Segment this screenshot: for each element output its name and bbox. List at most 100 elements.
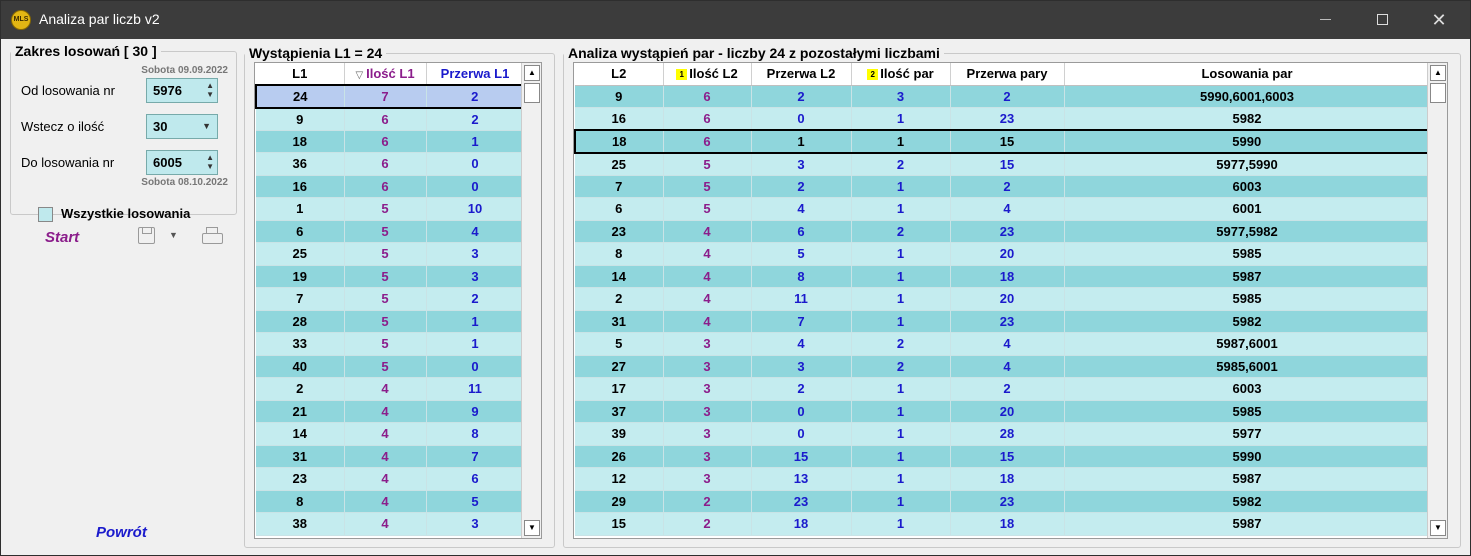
pairs-table-row[interactable]: 6 5 4 1 4 6001 (575, 197, 1431, 221)
print-icon[interactable] (202, 227, 223, 244)
l1-cell: 6 (256, 220, 345, 243)
l1-table-row[interactable]: 21 4 9 (256, 400, 525, 423)
l1-cell: 9 (256, 107, 345, 131)
pairs-table-row[interactable]: 17 3 2 1 2 6003 (575, 377, 1431, 401)
l1-table-row[interactable]: 28 5 1 (256, 310, 525, 333)
pairs-table-row[interactable]: 16 6 0 1 23 5982 (575, 107, 1431, 131)
pairs-table-row[interactable]: 31 4 7 1 23 5982 (575, 310, 1431, 333)
l1-table[interactable]: L1 ▽ Ilość L1 Przerwa L1 24 7 2 9 6 2 18 6 1 36 6 0 1… (254, 62, 542, 539)
l1-table-row[interactable]: 38 4 3 (256, 512, 525, 536)
scroll-thumb[interactable] (524, 83, 540, 103)
l1-table-row[interactable]: 31 4 7 (256, 445, 525, 468)
przerwa-pary-cell: 23 (950, 310, 1065, 333)
ilosc-l1-cell: 6 (344, 175, 427, 198)
pairs-scrollbar[interactable]: ▲ ▼ (1427, 63, 1447, 538)
losowania-par-cell: 5990 (1064, 445, 1431, 468)
pairs-table-row[interactable]: 18 6 1 1 15 5990 (574, 129, 1431, 154)
przerwa-l1-header[interactable]: Przerwa L1 (426, 63, 525, 86)
l1-table-row[interactable]: 14 4 8 (256, 422, 525, 446)
all-draws-label[interactable]: Wszystkie losowania (61, 206, 190, 221)
pairs-table-row[interactable]: 8 4 5 1 20 5985 (575, 242, 1431, 266)
l2-cell: 15 (575, 512, 664, 536)
l1-table-row[interactable]: 16 6 0 (256, 175, 525, 198)
l1-table-row[interactable]: 33 5 1 (256, 332, 525, 356)
scroll-down-icon[interactable]: ▼ (1430, 520, 1446, 536)
przerwa-pary-cell: 23 (950, 490, 1065, 513)
l1-table-row[interactable]: 845 (256, 490, 525, 513)
pairs-table-row[interactable]: 26 3 15 1 15 5990 (575, 445, 1431, 468)
losowania-par-cell: 5977 (1064, 422, 1431, 446)
pairs-table-row[interactable]: 5 3 4 2 4 5987,6001 (575, 332, 1431, 356)
losowania-par-cell: 5987 (1064, 512, 1431, 536)
maximize-button[interactable] (1359, 1, 1405, 39)
l1-table-row[interactable]: 18 6 1 (256, 130, 525, 153)
all-draws-checkbox[interactable] (38, 207, 53, 222)
l1-table-row[interactable]: 2 4 11 (256, 377, 525, 401)
pairs-table-row[interactable]: 15 2 18 1 18 5987 (575, 512, 1431, 536)
l1-header[interactable]: L1 (256, 63, 345, 86)
spin-arrows-icon[interactable]: ▲ ▼ (206, 81, 214, 99)
przerwa-l2-cell: 3 (751, 355, 852, 378)
pairs-table-row[interactable]: 25 5 3 2 15 5977,5990 (575, 152, 1431, 176)
pairs-table[interactable]: L2 1 Ilość L2 Przerwa L2 2 Ilość par Przer… (573, 62, 1448, 539)
minimize-button[interactable] (1302, 1, 1348, 39)
pairs-table-row[interactable]: 7 5 2 1 2 6003 (575, 175, 1431, 198)
losowania-par-header[interactable]: Losowania par (1064, 63, 1431, 86)
losowania-par-cell: 5982 (1064, 490, 1431, 513)
l2-header[interactable]: L2 (575, 63, 664, 86)
close-button[interactable]: ✕ (1416, 1, 1462, 39)
l1-table-row[interactable]: 23 4 6 (256, 467, 525, 491)
title-bar[interactable]: MLS Analiza par liczb v2 ✕ (1, 1, 1470, 39)
from-date-label: Sobota 09.09.2022 (141, 65, 228, 76)
pairs-table-row[interactable]: 12 3 13 1 18 5987 (575, 467, 1431, 491)
pairs-table-row[interactable]: 2 4 11 1 20 5985 (575, 287, 1431, 311)
l1-table-row[interactable]: 654 (256, 220, 525, 243)
do-losowania-value: 6005 (153, 155, 182, 170)
spin-arrows-icon[interactable]: ▲ ▼ (206, 153, 214, 171)
scroll-up-icon[interactable]: ▲ (524, 65, 540, 81)
wstecz-select[interactable]: 30 ▼ (146, 114, 218, 139)
start-button[interactable]: Start (45, 229, 79, 246)
ilosc-l1-cell: 7 (344, 84, 427, 109)
l1-table-row[interactable]: 40 5 0 (256, 355, 525, 378)
l1-scrollbar[interactable]: ▲ ▼ (521, 63, 541, 538)
przerwa-l1-cell: 2 (426, 287, 525, 311)
pairs-table-row[interactable]: 27 3 3 2 4 5985,6001 (575, 355, 1431, 378)
l1-table-row[interactable]: 24 7 2 (255, 84, 525, 109)
chevron-down-icon[interactable]: ▼ (202, 115, 211, 138)
ilosc-l2-cell: 3 (663, 422, 752, 446)
pairs-table-row[interactable]: 39 3 0 1 28 5977 (575, 422, 1431, 446)
przerwa-l2-cell: 1 (751, 129, 852, 154)
l1-cell: 23 (256, 467, 345, 491)
back-button[interactable]: Powrót (96, 524, 147, 541)
scroll-down-icon[interactable]: ▼ (524, 520, 540, 536)
l1-table-row[interactable]: 962 (256, 107, 525, 131)
przerwa-l2-header[interactable]: Przerwa L2 (751, 63, 852, 86)
pairs-table-row[interactable]: 9 6 2 3 2 5990,6001,6003 (575, 85, 1431, 108)
ilosc-l1-cell: 4 (344, 422, 427, 446)
save-dropdown-icon[interactable]: ▼ (169, 230, 178, 240)
maximize-icon (1376, 14, 1388, 26)
pairs-table-row[interactable]: 14 4 8 1 18 5987 (575, 265, 1431, 288)
pairs-table-row[interactable]: 29 2 23 1 23 5982 (575, 490, 1431, 513)
l1-table-row[interactable]: 25 5 3 (256, 242, 525, 266)
l1-table-row[interactable]: 19 5 3 (256, 265, 525, 288)
scroll-up-icon[interactable]: ▲ (1430, 65, 1446, 81)
save-icon[interactable] (138, 227, 155, 244)
l1-table-row[interactable]: 36 6 0 (256, 152, 525, 176)
scroll-thumb[interactable] (1430, 83, 1446, 103)
pairs-table-row[interactable]: 37 3 0 1 20 5985 (575, 400, 1431, 423)
wstecz-label: Wstecz o ilość (21, 119, 105, 134)
przerwa-pary-header[interactable]: Przerwa pary (950, 63, 1065, 86)
pairs-table-row[interactable]: 23 4 6 2 23 5977,5982 (575, 220, 1431, 243)
od-losowania-stepper[interactable]: 5976 ▲ ▼ (146, 78, 218, 103)
l1-table-row[interactable]: 1 5 10 (256, 197, 525, 221)
ilosc-l1-header[interactable]: ▽ Ilość L1 (344, 63, 427, 86)
l1-cell: 8 (256, 490, 345, 513)
ilosc-par-header[interactable]: 2 Ilość par (851, 63, 951, 86)
l2-cell: 31 (575, 310, 664, 333)
ilosc-l2-header[interactable]: 1 Ilość L2 (663, 63, 752, 86)
l1-table-row[interactable]: 752 (256, 287, 525, 311)
ilosc-par-cell: 1 (851, 310, 951, 333)
do-losowania-stepper[interactable]: 6005 ▲ ▼ (146, 150, 218, 175)
